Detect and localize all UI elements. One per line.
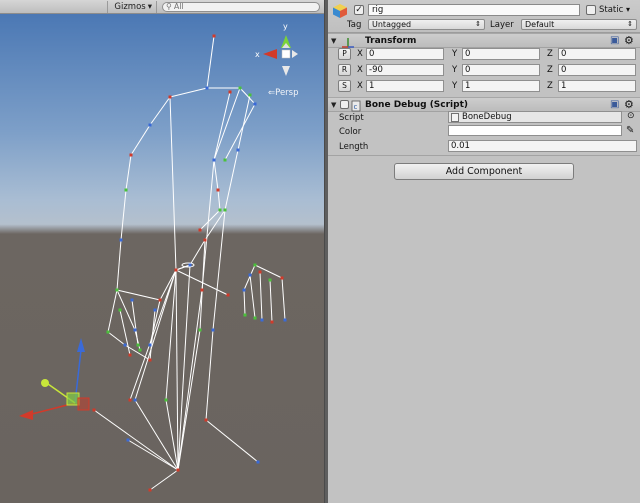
axis-x-label: X xyxy=(357,81,363,91)
layer-label: Layer xyxy=(490,20,514,30)
tag-label: Tag xyxy=(347,20,362,30)
updown-arrow-icon: ⇕ xyxy=(627,20,633,28)
move-handle-y-knob[interactable] xyxy=(41,379,49,387)
scale-x-field[interactable] xyxy=(366,80,444,92)
gizmo-y-label: y xyxy=(283,22,288,31)
static-checkbox[interactable] xyxy=(586,5,596,15)
gizmos-label: Gizmos xyxy=(114,1,146,12)
add-component-button[interactable]: Add Component xyxy=(394,163,574,180)
gear-icon[interactable]: ⚙ xyxy=(624,98,634,111)
rotation-row: R X Y Z xyxy=(328,64,640,80)
projection-mode-label[interactable]: ⇐Persp xyxy=(268,88,299,98)
component-divider xyxy=(328,155,640,156)
inspector-panel: ✓ Static ▾ Tag Untagged⇕ Layer Default⇕ … xyxy=(328,0,640,503)
active-checkbox[interactable]: ✓ xyxy=(354,5,364,15)
scene-view[interactable]: y x Gizmos ▾ ⚲ ⇐Persp xyxy=(0,0,324,503)
axis-z-label: Z xyxy=(547,81,553,91)
rotation-z-field[interactable] xyxy=(558,64,636,76)
bone-debug-title: Bone Debug (Script) xyxy=(365,100,468,110)
scene-toolbar: Gizmos ▾ ⚲ xyxy=(0,0,324,14)
bone-debug-enabled-checkbox[interactable] xyxy=(340,100,349,109)
position-x-field[interactable] xyxy=(366,48,444,60)
tag-dropdown[interactable]: Untagged ⇕ xyxy=(368,19,485,30)
reset-rotation-button[interactable]: R xyxy=(338,64,351,76)
layer-dropdown[interactable]: Default ⇕ xyxy=(521,19,637,30)
color-label: Color xyxy=(339,127,362,137)
reset-scale-button[interactable]: S xyxy=(338,80,351,92)
gear-icon[interactable]: ⚙ xyxy=(624,34,634,47)
eyedropper-icon[interactable]: ✎ xyxy=(626,125,634,136)
move-tool-handle[interactable] xyxy=(19,338,90,420)
axis-x-label: X xyxy=(357,49,363,59)
length-field[interactable] xyxy=(448,140,637,152)
rotation-x-field[interactable] xyxy=(366,64,444,76)
script-object-field[interactable]: BoneDebug xyxy=(448,111,622,123)
transform-title: Transform xyxy=(365,36,417,46)
reset-position-button[interactable]: P xyxy=(338,48,351,60)
move-handle-z-cone[interactable] xyxy=(77,338,85,352)
gizmos-dropdown[interactable]: Gizmos ▾ xyxy=(107,0,157,13)
axis-y-label: Y xyxy=(452,65,458,75)
position-z-field[interactable] xyxy=(558,48,636,60)
script-label: Script xyxy=(339,113,364,123)
axis-z-label: Z xyxy=(547,65,553,75)
axis-x-label: X xyxy=(357,65,363,75)
gizmo-x-arrow[interactable] xyxy=(263,49,277,59)
gizmo-x-label: x xyxy=(255,50,260,59)
object-name-field[interactable] xyxy=(368,4,580,16)
scale-y-field[interactable] xyxy=(462,80,540,92)
axis-z-label: Z xyxy=(547,49,553,59)
script-file-icon xyxy=(451,113,459,122)
dropdown-arrow-icon: ▾ xyxy=(147,1,152,12)
move-handle-plane-red[interactable] xyxy=(77,397,90,411)
rotation-y-field[interactable] xyxy=(462,64,540,76)
gizmo-center-cube[interactable] xyxy=(281,49,291,59)
scale-row: S X Y Z xyxy=(328,80,640,96)
view-orientation-gizmo[interactable]: y x xyxy=(255,22,298,76)
foldout-arrow-icon[interactable]: ▼ xyxy=(331,37,336,45)
foldout-arrow-icon[interactable]: ▼ xyxy=(331,101,336,109)
gameobject-header: ✓ Static ▾ Tag Untagged⇕ Layer Default⇕ xyxy=(328,0,640,33)
length-label: Length xyxy=(339,142,369,152)
move-handle-x-cone[interactable] xyxy=(19,410,33,420)
transform-icon xyxy=(342,38,354,48)
transform-header[interactable]: ▼ Transform ▣ ⚙ xyxy=(328,33,640,48)
scene-search-input[interactable] xyxy=(171,2,302,11)
gizmo-neg-x-arrow[interactable] xyxy=(292,50,298,58)
axis-y-label: Y xyxy=(452,81,458,91)
updown-arrow-icon: ⇕ xyxy=(475,20,481,28)
position-y-field[interactable] xyxy=(462,48,540,60)
position-row: P X Y Z xyxy=(328,48,640,64)
scene-search-box[interactable]: ⚲ xyxy=(162,1,320,12)
scale-z-field[interactable] xyxy=(558,80,636,92)
static-dropdown-arrow-icon[interactable]: ▾ xyxy=(626,5,630,14)
object-picker-icon[interactable]: ⊙ xyxy=(627,111,635,121)
bone-debug-header[interactable]: ▼ c Bone Debug (Script) ▣ ⚙ xyxy=(328,97,640,112)
axis-y-label: Y xyxy=(452,49,458,59)
help-book-icon[interactable]: ▣ xyxy=(610,35,619,46)
gameobject-cube-icon xyxy=(333,4,347,18)
color-swatch-field[interactable] xyxy=(448,125,622,136)
help-book-icon[interactable]: ▣ xyxy=(610,99,619,110)
svg-text:c: c xyxy=(353,103,357,111)
static-label: Static xyxy=(599,5,624,15)
skeleton-viewport[interactable]: y x xyxy=(0,0,324,503)
move-handle-plane-green[interactable] xyxy=(66,392,80,406)
gizmo-neg-z-arrow[interactable] xyxy=(282,66,290,76)
script-file-icon: c xyxy=(351,100,361,112)
